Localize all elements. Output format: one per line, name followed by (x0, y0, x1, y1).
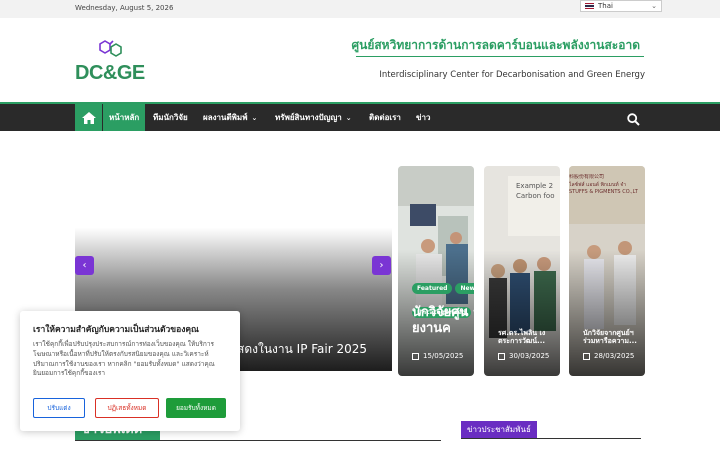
calendar-icon (583, 352, 590, 360)
search-icon (627, 113, 640, 126)
nav-item-label: ติดต่อเรา (369, 113, 401, 122)
card-title[interactable]: นักวิจัยศูน รายงานค (412, 305, 474, 336)
card-date: 15/05/2025 (412, 352, 463, 360)
cookie-customize-button[interactable]: ปรับแต่ง (33, 398, 85, 418)
tag-featured[interactable]: Featured (412, 283, 453, 294)
section-divider (75, 440, 441, 441)
nav-item-label: ผลงานตีพิมพ์ (203, 113, 248, 122)
news-card[interactable]: 科股份有限公司 ไลซ์ฟส์ แอนด์ พิกเมนท์ จำ STUFFS… (569, 166, 645, 376)
cookie-consent-banner: เราให้ความสำคัญกับความเป็นส่วนตัวของคุณ … (20, 311, 240, 431)
cookie-reject-button[interactable]: ปฏิเสธทั้งหมด (95, 398, 159, 418)
nav-item-contact[interactable]: ติดต่อเรา (363, 104, 407, 131)
home-button[interactable] (75, 104, 102, 131)
chevron-right-icon: › (379, 260, 384, 271)
card-title[interactable]: รศ.ดร.ไพลิน เง ตระการวัฒน์... (498, 329, 558, 346)
news-card[interactable]: FeaturedNews Uncategorized นักวิจัยศูน ร… (398, 166, 474, 376)
home-icon (81, 111, 96, 124)
card-date-text: 15/05/2025 (423, 352, 464, 360)
nav-item-intellectual-property[interactable]: ทรัพย์สินทางปัญญา ⌄ (269, 104, 358, 131)
cookie-description: เราใช้คุกกี้เพื่อปรับปรุงประสบการณ์การท่… (33, 340, 215, 378)
slide-sign-text: Example 2 Carbon foo (516, 182, 555, 200)
top-bar: Wednesday, August 5, 2026 Thai ⌄ (0, 0, 720, 18)
nav-item-news[interactable]: ข่าว (410, 104, 436, 131)
slider-prev-button[interactable]: ‹ (75, 256, 94, 275)
slide-caption[interactable]: สดงในงาน IP Fair 2025 (237, 340, 367, 359)
molecule-icon (99, 40, 122, 57)
title-divider (356, 56, 644, 57)
logo-text: DC&GE (75, 62, 145, 84)
site-logo[interactable]: DC&GE (75, 38, 155, 86)
nav-item-label: ข่าว (416, 113, 431, 122)
search-button[interactable] (627, 111, 640, 130)
card-date: 28/03/2025 (583, 352, 634, 360)
site-title-thai: ศูนย์สหวิทยาการด้านการลดคาร์บอนและพลังงา… (351, 38, 641, 52)
section-title-press-release: ข่าวประชาสัมพันธ์ (461, 421, 537, 438)
news-card[interactable]: Example 2 Carbon foo รศ.ดร.ไพลิน เง ตระก… (484, 166, 560, 376)
nav-item-label: หน้าหลัก (109, 113, 140, 122)
language-label: Thai (598, 2, 613, 10)
tag-news[interactable]: News (455, 283, 474, 294)
cookie-title: เราให้ความสำคัญกับความเป็นส่วนตัวของคุณ (33, 325, 199, 335)
chevron-left-icon: ‹ (82, 260, 87, 271)
chevron-down-icon: ⌄ (251, 113, 258, 122)
calendar-icon (412, 352, 419, 360)
section-divider (461, 438, 641, 439)
nav-item-label: ทีมนักวิจัย (153, 113, 188, 122)
language-selector[interactable]: Thai ⌄ (580, 0, 662, 12)
main-navigation: หน้าหลัก ทีมนักวิจัย ผลงานตีพิมพ์ ⌄ ทรัพ… (0, 104, 720, 131)
slider-next-button[interactable]: › (372, 256, 391, 275)
card-date: 30/03/2025 (498, 352, 549, 360)
site-title-english: Interdisciplinary Center for Decarbonisa… (379, 70, 645, 80)
thai-flag-icon (585, 3, 594, 9)
card-date-text: 28/03/2025 (594, 352, 635, 360)
nav-item-team[interactable]: ทีมนักวิจัย (147, 104, 194, 131)
card-title[interactable]: นักวิจัยจากศูนย์ฯ ร่วมหารือความ... (583, 329, 643, 346)
nav-item-publications[interactable]: ผลงานตีพิมพ์ ⌄ (197, 104, 263, 131)
nav-item-label: ทรัพย์สินทางปัญญา (275, 113, 342, 122)
chevron-down-icon: ⌄ (345, 113, 352, 122)
nav-item-home[interactable]: หน้าหลัก (103, 104, 146, 131)
calendar-icon (498, 352, 505, 360)
cookie-accept-button[interactable]: ยอมรับทั้งหมด (166, 398, 226, 418)
card-date-text: 30/03/2025 (509, 352, 550, 360)
chevron-down-icon: ⌄ (651, 2, 657, 10)
slide-sign-text: 科股份有限公司 ไลซ์ฟส์ แอนด์ พิกเมนท์ จำ STUFFS… (569, 174, 638, 195)
current-date: Wednesday, August 5, 2026 (75, 4, 174, 12)
